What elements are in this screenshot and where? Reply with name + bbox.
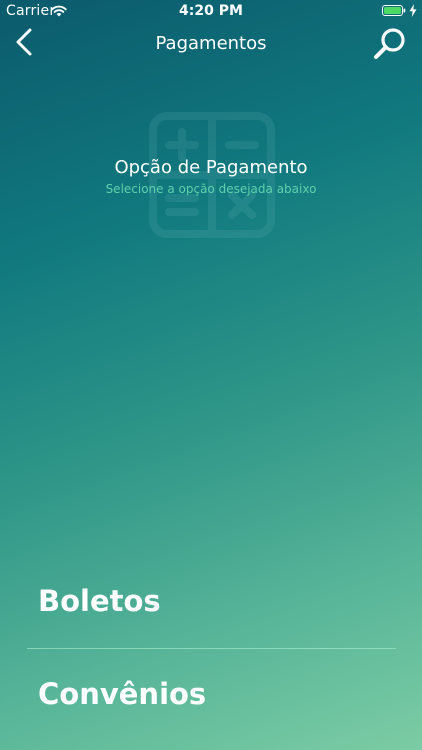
search-button[interactable] [372, 26, 408, 62]
search-icon [374, 28, 405, 59]
option-boletos[interactable]: Boletos [38, 584, 161, 618]
status-bar: Carrier 4:20 PM [0, 0, 422, 22]
status-time: 4:20 PM [179, 3, 243, 19]
divider [27, 648, 396, 649]
option-convenios[interactable]: Convênios [38, 677, 206, 711]
header-subtitle: Selecione a opção desejada abaixo [105, 182, 317, 196]
header-title: Opção de Pagamento [114, 157, 308, 178]
page-title: Pagamentos [155, 33, 267, 54]
battery-icon [382, 5, 406, 16]
charging-bolt-icon [409, 4, 417, 17]
